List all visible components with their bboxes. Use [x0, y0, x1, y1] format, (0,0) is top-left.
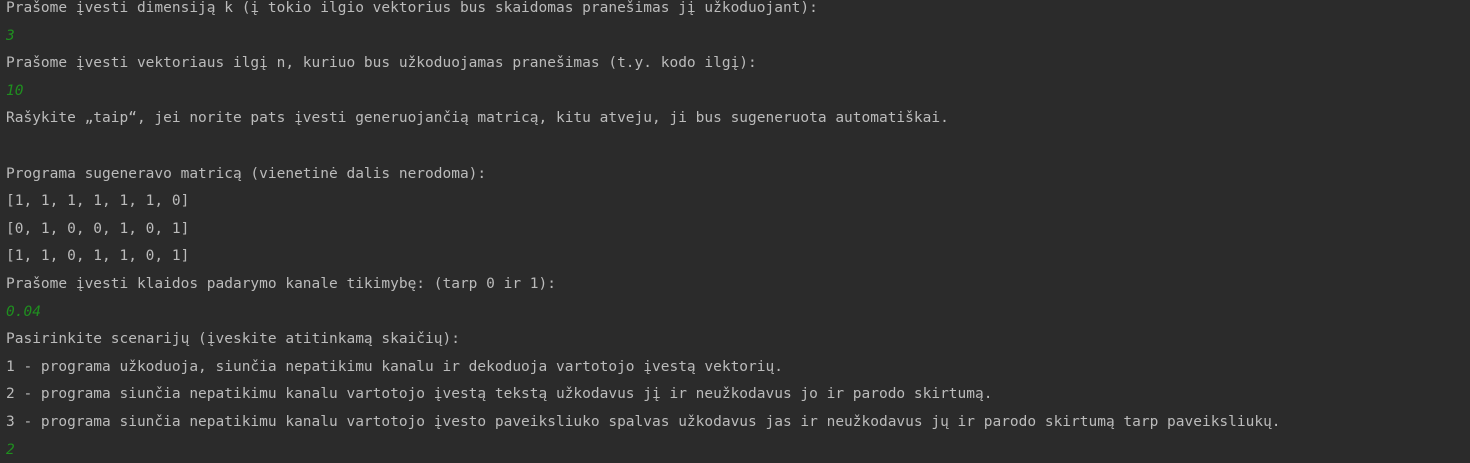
matrix-row: [1, 1, 0, 1, 1, 0, 1]: [6, 248, 190, 265]
scenario-option-1: 1 - programa užkoduoja, siunčia nepatiki…: [6, 358, 783, 375]
prompt-scenario: Pasirinkite scenarijų (įveskite atitinka…: [6, 331, 460, 348]
user-input-vector-length: 10: [6, 82, 24, 99]
prompt-vector-length: Prašome įvesti vektoriaus ilgį n, kuriuo…: [6, 55, 757, 72]
run-console-output[interactable]: Prašome įvesti dimensiją k (į tokio ilgi…: [0, 0, 1470, 463]
matrix-row: [1, 1, 1, 1, 1, 1, 0]: [6, 193, 190, 210]
matrix-header: Programa sugeneravo matricą (vienetinė d…: [6, 165, 487, 182]
user-input-matrix-choice: [6, 133, 1470, 161]
user-input-dimension: 3: [6, 27, 15, 44]
scenario-option-3: 3 - programa siunčia nepatikimu kanalu v…: [6, 413, 1281, 430]
user-input-error-probability: 0.04: [6, 303, 41, 320]
user-input-scenario: 2: [6, 441, 15, 458]
prompt-dimension: Prašome įvesti dimensiją k (į tokio ilgi…: [6, 0, 818, 16]
scenario-option-2: 2 - programa siunčia nepatikimu kanalu v…: [6, 386, 993, 403]
matrix-row: [0, 1, 0, 0, 1, 0, 1]: [6, 220, 190, 237]
prompt-matrix-choice: Rašykite „taip“, jei norite pats įvesti …: [6, 110, 949, 127]
prompt-error-probability: Prašome įvesti klaidos padarymo kanale t…: [6, 275, 556, 292]
